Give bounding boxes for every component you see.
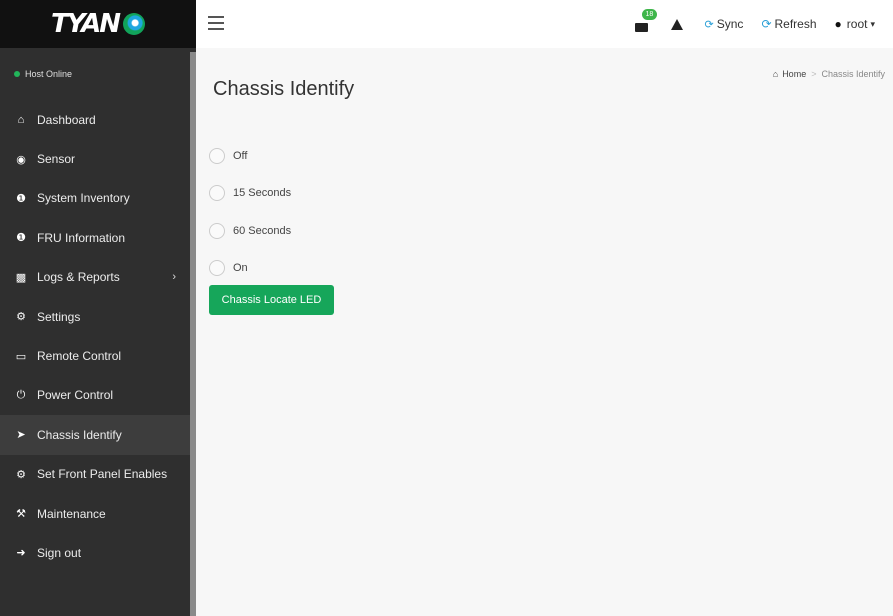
gear-icon: ⚙: [16, 311, 26, 324]
top-bar: 18 ⟳ Sync ⟳ Refresh ● root ▾: [196, 0, 893, 48]
status-dot-icon: [14, 71, 20, 77]
breadcrumb: ⌂ Home > Chassis Identify: [773, 69, 885, 79]
radio-label: Off: [233, 149, 248, 162]
sidebar-item-label: Chassis Identify: [37, 427, 122, 442]
logo-emblem-icon: [122, 13, 145, 35]
logo-text: TYAN: [51, 9, 121, 39]
radio-button[interactable]: [209, 222, 225, 239]
refresh-button[interactable]: ⟳ Refresh: [761, 17, 816, 31]
home-icon: ⌂: [772, 69, 779, 79]
caret-down-icon: ▾: [870, 18, 875, 29]
sidebar-item-dashboard[interactable]: ⌂ Dashboard: [0, 100, 176, 139]
sidebar-item-label: FRU Information: [37, 230, 126, 245]
sidebar-item-chassis-identify[interactable]: ➤ Chassis Identify: [0, 415, 190, 455]
host-status: Host Online: [0, 48, 196, 100]
sidebar-item-maintenance[interactable]: ⚒ Maintenance: [0, 494, 176, 533]
sidebar-item-label: Settings: [37, 309, 81, 324]
sidebar-item-sensor[interactable]: ◉ Sensor: [0, 139, 176, 178]
sidebar-item-remote-control[interactable]: ▭ Remote Control: [0, 336, 176, 375]
sidebar-item-label: Sign out: [37, 545, 82, 560]
sync-label: Sync: [716, 17, 744, 31]
host-status-label: Host Online: [25, 69, 73, 79]
refresh-label: Refresh: [774, 17, 817, 31]
wrench-icon: ⚒: [16, 508, 26, 521]
breadcrumb-home[interactable]: Home: [782, 69, 806, 79]
radio-option-off[interactable]: Off: [209, 137, 291, 175]
radio-button[interactable]: [209, 260, 225, 277]
sidebar-item-label: Set Front Panel Enables: [37, 467, 168, 482]
sidebar-item-label: Maintenance: [37, 506, 106, 521]
main-content: Chassis Identify ⌂ Home > Chassis Identi…: [196, 48, 893, 616]
radio-button[interactable]: [209, 185, 225, 202]
refresh-icon: ⟳: [761, 17, 772, 31]
bar-chart-icon: ▩: [15, 271, 27, 284]
sidebar-item-logs-reports[interactable]: ▩ Logs & Reports ›: [0, 258, 176, 297]
rocket-icon: ➤: [16, 429, 26, 442]
radio-label: On: [233, 262, 248, 275]
sync-button[interactable]: ⟳ Sync: [705, 17, 744, 31]
sync-icon: ⟳: [704, 18, 714, 31]
sidebar-item-sign-out[interactable]: ➜ Sign out: [0, 533, 176, 572]
user-icon: ●: [834, 17, 842, 31]
sidebar-item-power-control[interactable]: ⏻ Power Control: [0, 376, 176, 415]
chassis-locate-led-button[interactable]: Chassis Locate LED: [209, 285, 334, 315]
sidebar-item-label: Dashboard: [37, 112, 96, 127]
sidebar-nav: ⌂ Dashboard ◉ Sensor ❶ System Inventory …: [0, 100, 196, 573]
radio-option-on[interactable]: On: [209, 250, 291, 288]
hamburger-menu-icon[interactable]: [208, 16, 224, 30]
sidebar-item-settings[interactable]: ⚙ Settings: [0, 297, 176, 336]
radio-label: 15 Seconds: [233, 187, 292, 200]
sidebar: TYAN Host Online ⌂ Dashboard ◉ Sensor ❶ …: [0, 0, 196, 616]
sign-out-icon: ➜: [16, 547, 26, 560]
power-icon: ⏻: [16, 388, 26, 401]
sidebar-item-label: Remote Control: [37, 349, 122, 364]
monitor-icon: ▭: [15, 350, 27, 363]
radio-label: 60 Seconds: [233, 224, 292, 237]
sidebar-item-label: System Inventory: [37, 191, 130, 206]
home-icon: ⌂: [17, 113, 25, 126]
info-icon: ❶: [16, 192, 26, 205]
info-icon: ❶: [16, 232, 26, 245]
top-bar-actions: 18 ⟳ Sync ⟳ Refresh ● root ▾: [633, 0, 893, 48]
messages-button[interactable]: 18: [633, 9, 658, 32]
chevron-right-icon: ›: [172, 271, 176, 284]
led-duration-options: Off 15 Seconds 60 Seconds On: [209, 137, 291, 287]
sidebar-item-set-front-panel-enables[interactable]: ⚙ Set Front Panel Enables: [0, 455, 176, 494]
envelope-icon: [634, 23, 648, 32]
page-title: Chassis Identify: [213, 78, 355, 100]
user-menu[interactable]: ● root ▾: [835, 17, 875, 31]
sidebar-item-label: Sensor: [37, 152, 76, 167]
sidebar-item-fru-information[interactable]: ❶ FRU Information: [0, 218, 176, 257]
logo[interactable]: TYAN: [0, 0, 196, 48]
gears-icon: ⚙: [16, 468, 26, 481]
breadcrumb-current: Chassis Identify: [821, 69, 885, 79]
warning-icon[interactable]: [670, 18, 683, 30]
sensor-icon: ◉: [16, 153, 26, 166]
sidebar-item-system-inventory[interactable]: ❶ System Inventory: [0, 179, 176, 218]
user-name: root: [846, 17, 868, 31]
sidebar-item-label: Power Control: [37, 388, 114, 403]
radio-button[interactable]: [209, 147, 225, 164]
breadcrumb-separator: >: [811, 69, 817, 79]
radio-option-15-seconds[interactable]: 15 Seconds: [209, 175, 291, 213]
radio-option-60-seconds[interactable]: 60 Seconds: [209, 212, 291, 250]
sidebar-item-label: Logs & Reports: [37, 270, 120, 285]
messages-count-badge: 18: [641, 9, 658, 20]
